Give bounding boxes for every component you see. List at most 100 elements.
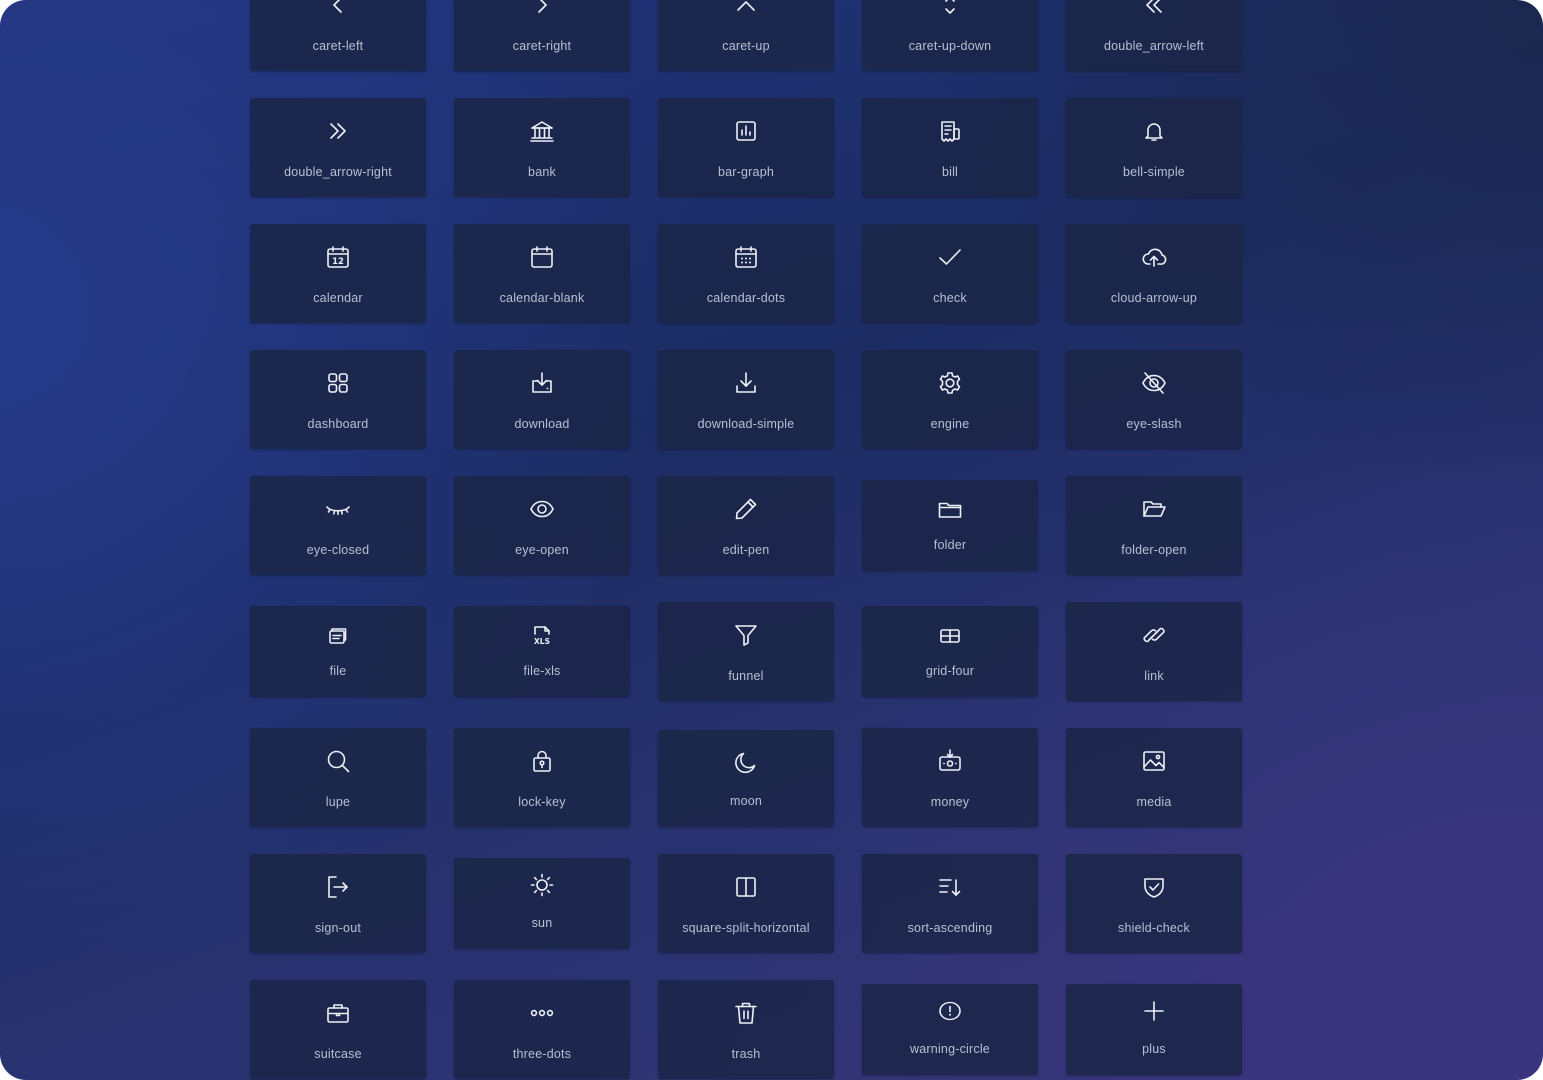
icon-label: lupe xyxy=(325,795,351,809)
cloud-arrow-up-icon xyxy=(1141,244,1167,270)
icon-tile-download-simple[interactable]: download-simple xyxy=(658,350,834,449)
suitcase-icon xyxy=(325,1000,351,1026)
moon-icon xyxy=(733,750,759,776)
icon-label: eye-closed xyxy=(306,543,370,557)
icon-label: plus xyxy=(1142,1042,1166,1056)
caret-up-down-icon xyxy=(937,0,963,18)
warning-circle-icon xyxy=(937,998,963,1024)
download-icon xyxy=(529,370,555,396)
icon-tile-double-arrow-right[interactable]: double_arrow-right xyxy=(250,98,426,197)
icon-tile-caret-up[interactable]: caret-up xyxy=(658,0,834,71)
icon-tile-plus[interactable]: plus xyxy=(1066,984,1242,1075)
icon-tile-three-dots[interactable]: three-dots xyxy=(454,980,630,1079)
icon-tile-caret-left[interactable]: caret-left xyxy=(250,0,426,71)
icon-tile-file-xls[interactable]: XLS file-xls xyxy=(454,606,630,697)
icon-tile-calendar[interactable]: 12 calendar xyxy=(250,224,426,323)
icon-tile-folder[interactable]: folder xyxy=(862,480,1038,571)
icon-tile-dashboard[interactable]: dashboard xyxy=(250,350,426,449)
grid-four-icon xyxy=(937,623,963,649)
bank-icon xyxy=(529,118,555,144)
icon-tile-suitcase[interactable]: suitcase xyxy=(250,980,426,1079)
sort-ascending-icon xyxy=(937,874,963,900)
icon-tile-calendar-dots[interactable]: calendar-dots xyxy=(658,224,834,323)
lupe-icon xyxy=(325,748,351,774)
bar-graph-icon xyxy=(733,118,759,144)
three-dots-icon xyxy=(529,1000,555,1026)
icon-tile-bill[interactable]: bill xyxy=(862,98,1038,197)
icon-label: caret-right xyxy=(512,39,572,53)
icon-tile-square-split-horizontal[interactable]: square-split-horizontal xyxy=(658,854,834,953)
icon-label: three-dots xyxy=(512,1047,572,1061)
icon-tile-warning-circle[interactable]: warning-circle xyxy=(862,984,1038,1075)
icon-tile-trash[interactable]: trash xyxy=(658,980,834,1079)
icon-label: shield-check xyxy=(1118,921,1190,935)
eye-closed-icon xyxy=(325,496,351,522)
dashboard-icon xyxy=(325,370,351,396)
icon-tile-moon[interactable]: moon xyxy=(658,730,834,827)
icon-label: file-xls xyxy=(523,664,561,678)
icon-label: double_arrow-right xyxy=(284,165,392,179)
icon-label: check xyxy=(933,291,967,305)
icon-tile-caret-right[interactable]: caret-right xyxy=(454,0,630,71)
icon-tile-double-arrow-left[interactable]: double_arrow-left xyxy=(1066,0,1242,71)
check-icon xyxy=(937,244,963,270)
money-icon xyxy=(937,748,963,774)
icon-tile-link[interactable]: link xyxy=(1066,602,1242,701)
icon-library-canvas: caret-left caret-right caret-up caret-up… xyxy=(0,0,1543,1080)
icon-tile-lupe[interactable]: lupe xyxy=(250,728,426,827)
icon-label: moon xyxy=(729,794,763,808)
icon-label: money xyxy=(930,795,970,809)
icon-label: calendar-blank xyxy=(499,291,585,305)
icon-label: eye-slash xyxy=(1126,417,1182,431)
icon-tile-funnel[interactable]: funnel xyxy=(658,602,834,701)
icon-tile-edit-pen[interactable]: edit-pen xyxy=(658,476,834,575)
trash-icon xyxy=(733,1000,759,1026)
icon-tile-cloud-arrow-up[interactable]: cloud-arrow-up xyxy=(1066,224,1242,323)
icon-label: media xyxy=(1136,795,1172,809)
icon-tile-sign-out[interactable]: sign-out xyxy=(250,854,426,953)
icon-tile-bell-simple[interactable]: bell-simple xyxy=(1066,98,1242,197)
icon-label: download-simple xyxy=(697,417,795,431)
icon-tile-sort-ascending[interactable]: sort-ascending xyxy=(862,854,1038,953)
bell-simple-icon xyxy=(1141,118,1167,144)
shield-check-icon xyxy=(1141,874,1167,900)
icon-tile-bar-graph[interactable]: bar-graph xyxy=(658,98,834,197)
icon-tile-calendar-blank[interactable]: calendar-blank xyxy=(454,224,630,323)
calendar-icon: 12 xyxy=(325,244,351,270)
icon-tile-sun[interactable]: sun xyxy=(454,858,630,949)
icon-label: double_arrow-left xyxy=(1104,39,1204,53)
file-icon xyxy=(325,623,351,649)
icon-tile-media[interactable]: media xyxy=(1066,728,1242,827)
icon-tile-engine[interactable]: engine xyxy=(862,350,1038,449)
file-xls-icon: XLS xyxy=(529,623,555,649)
icon-label: lock-key xyxy=(518,795,566,809)
icon-tile-lock-key[interactable]: lock-key xyxy=(454,728,630,827)
icon-tile-eye-slash[interactable]: eye-slash xyxy=(1066,350,1242,449)
icon-tile-money[interactable]: money xyxy=(862,728,1038,827)
calendar-blank-icon xyxy=(529,244,555,270)
icon-label: sign-out xyxy=(314,921,362,935)
icon-tile-folder-open[interactable]: folder-open xyxy=(1066,476,1242,575)
eye-open-icon xyxy=(529,496,555,522)
download-simple-icon xyxy=(733,370,759,396)
eye-slash-icon xyxy=(1141,370,1167,396)
icon-tile-check[interactable]: check xyxy=(862,224,1038,323)
icon-tile-grid-four[interactable]: grid-four xyxy=(862,606,1038,697)
caret-up-icon xyxy=(733,0,759,18)
icon-label: bank xyxy=(528,165,556,179)
link-icon xyxy=(1141,622,1167,648)
icon-tile-shield-check[interactable]: shield-check xyxy=(1066,854,1242,953)
icon-tile-download[interactable]: download xyxy=(454,350,630,449)
icon-label: caret-up xyxy=(722,39,770,53)
folder-icon xyxy=(937,497,963,523)
icon-tile-file[interactable]: file xyxy=(250,606,426,697)
icon-label: bill xyxy=(941,165,959,179)
icon-tile-bank[interactable]: bank xyxy=(454,98,630,197)
icon-label: caret-up-down xyxy=(908,39,992,53)
icon-tile-eye-closed[interactable]: eye-closed xyxy=(250,476,426,575)
sun-icon xyxy=(529,872,555,898)
edit-pen-icon xyxy=(733,496,759,522)
engine-icon xyxy=(937,370,963,396)
icon-tile-caret-up-down[interactable]: caret-up-down xyxy=(862,0,1038,71)
icon-tile-eye-open[interactable]: eye-open xyxy=(454,476,630,575)
